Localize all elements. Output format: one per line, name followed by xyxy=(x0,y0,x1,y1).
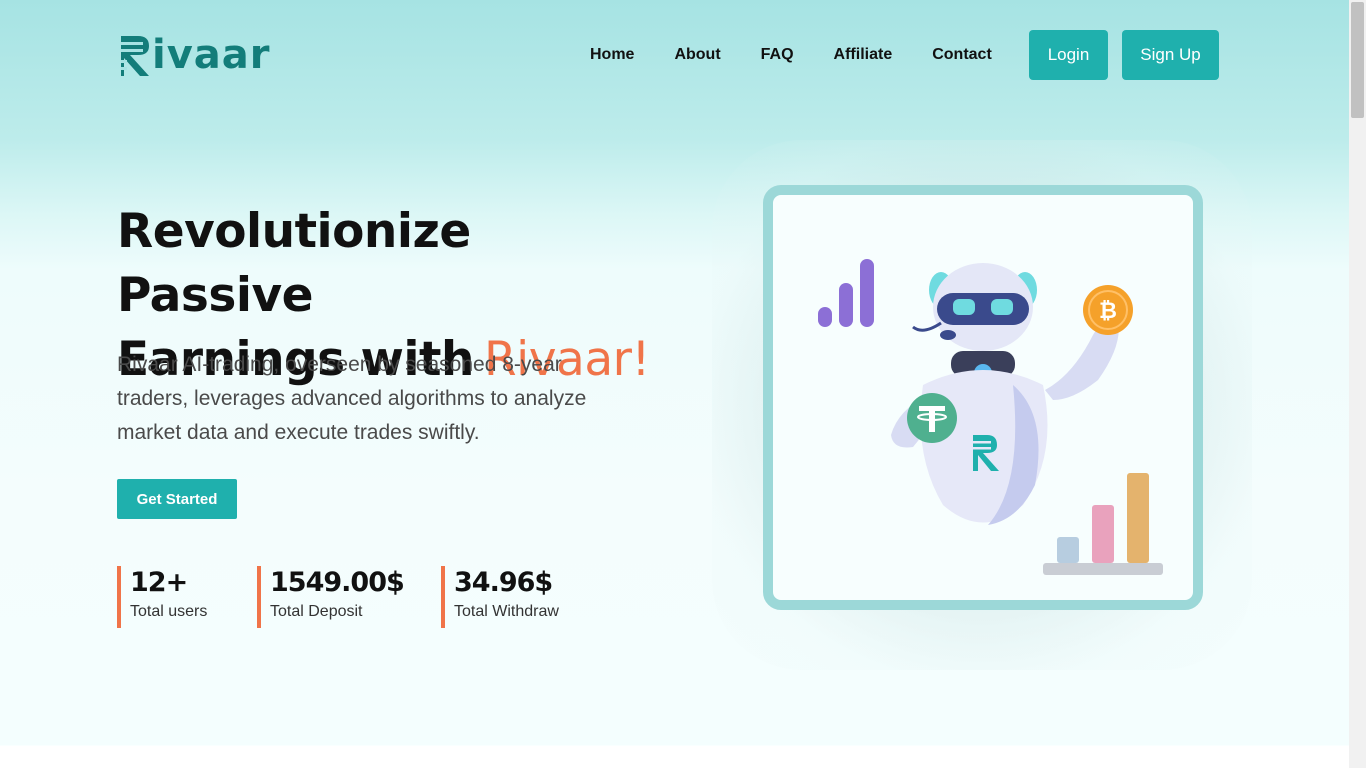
stat-total-withdraw: 34.96$ Total Withdraw xyxy=(441,566,559,628)
page-scrollbar[interactable] xyxy=(1349,0,1366,768)
hero-description: Rivaar AI-trading, overseen by seasoned … xyxy=(117,353,587,444)
svg-text:₿: ₿ xyxy=(1099,299,1117,324)
bitcoin-icon: ₿ xyxy=(1083,285,1133,335)
nav-about[interactable]: About xyxy=(674,46,720,64)
stat-total-deposit: 1549.00$ Total Deposit xyxy=(257,566,405,628)
nav-affiliate[interactable]: Affiliate xyxy=(834,46,893,64)
nav-faq[interactable]: FAQ xyxy=(761,46,794,64)
hero-illustration-card: ₿ xyxy=(763,185,1203,610)
scrollbar-thumb[interactable] xyxy=(1351,2,1364,118)
stat-label: Total Withdraw xyxy=(454,603,559,620)
growth-bars-icon xyxy=(1043,473,1163,575)
stat-value: 1549.00$ xyxy=(270,567,405,598)
nav-contact[interactable]: Contact xyxy=(932,46,992,64)
stat-label: Total Deposit xyxy=(270,603,363,620)
stat-value: 12+ xyxy=(130,567,188,598)
stat-label: Total users xyxy=(130,603,208,620)
brand-logo[interactable]: ivaar xyxy=(118,30,271,80)
main-nav: Home About FAQ Affiliate Contact xyxy=(570,30,1012,80)
brand-name: ivaar xyxy=(152,32,271,78)
hero-illustration: ₿ xyxy=(818,259,1163,575)
stat-value: 34.96$ xyxy=(454,567,553,598)
get-started-button[interactable]: Get Started xyxy=(117,479,237,519)
nav-home[interactable]: Home xyxy=(590,46,634,64)
tether-icon xyxy=(907,393,957,443)
bar-chart-icon xyxy=(818,259,874,327)
stat-total-users: 12+ Total users xyxy=(117,566,207,628)
login-button[interactable]: Login xyxy=(1029,30,1108,80)
site-header: ivaar Home About FAQ Affiliate Contact L… xyxy=(0,0,1349,110)
hero-title-line1: Revolutionize Passive xyxy=(117,204,471,323)
rivaar-logo-icon xyxy=(121,36,149,76)
signup-button[interactable]: Sign Up xyxy=(1122,30,1219,80)
